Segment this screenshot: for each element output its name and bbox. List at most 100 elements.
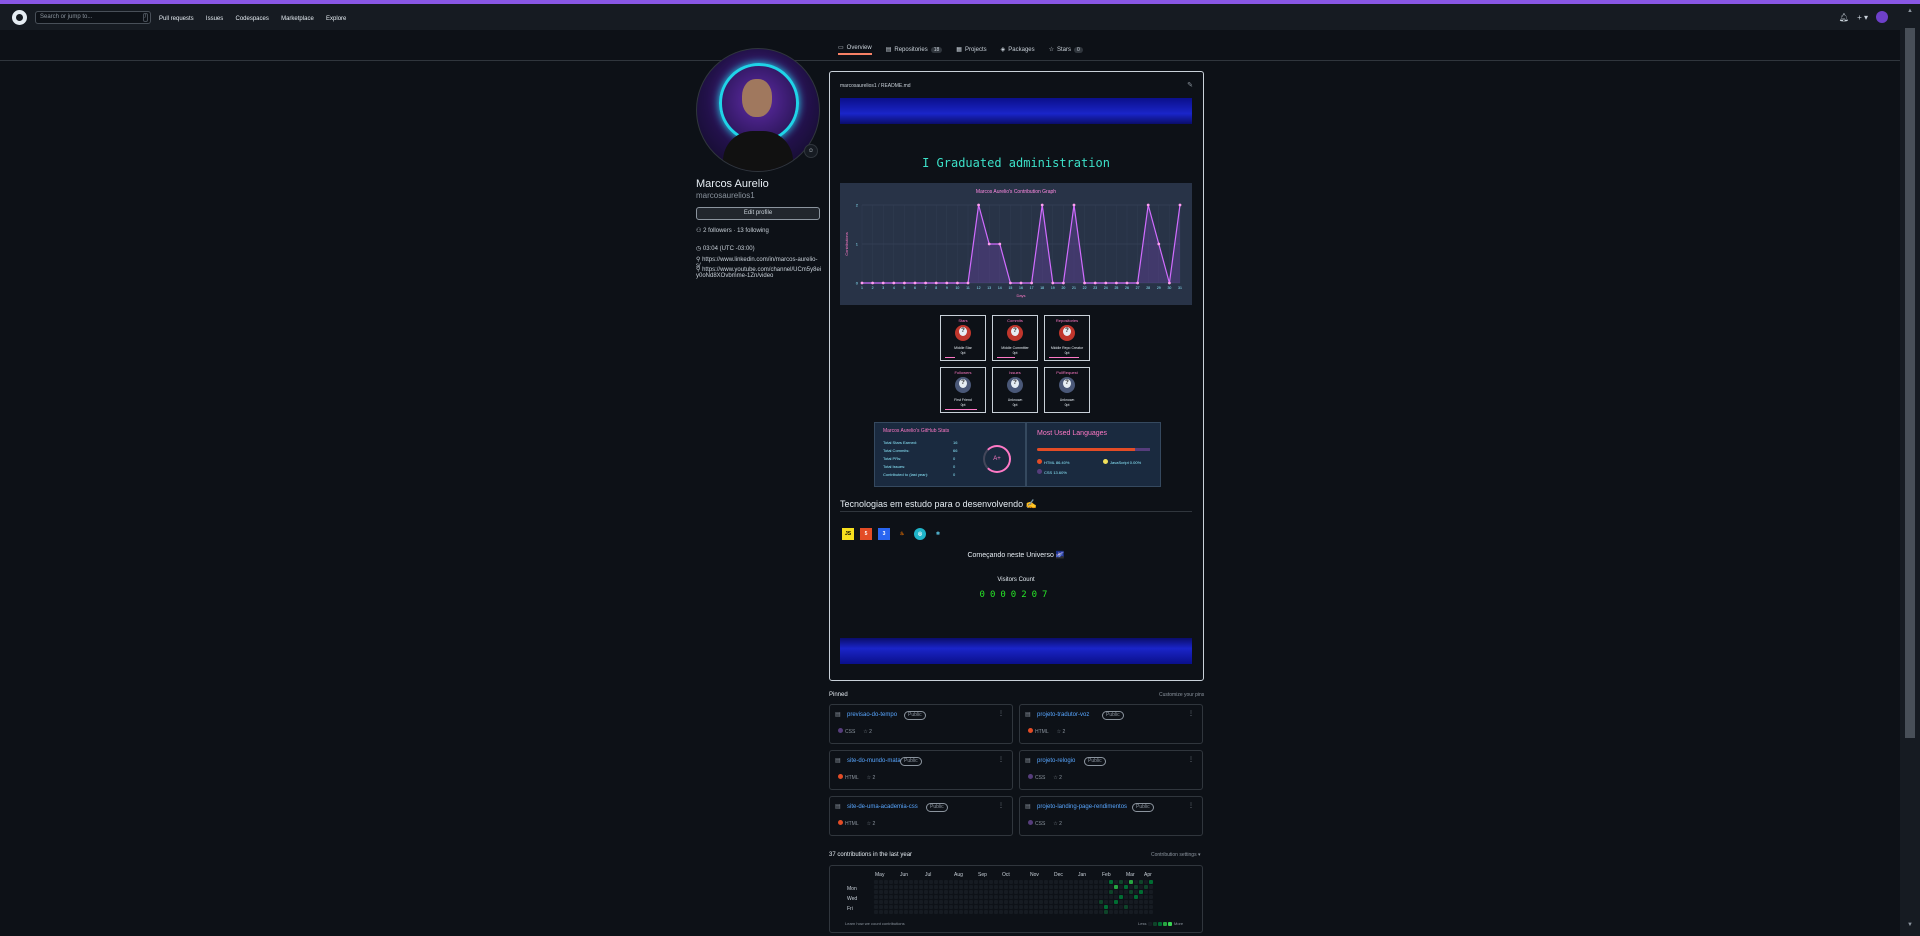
contribution-day-cell[interactable] [914,885,918,889]
contribution-day-cell[interactable] [1079,885,1083,889]
contribution-day-cell[interactable] [879,910,883,914]
contribution-day-cell[interactable] [1064,890,1068,894]
contribution-day-cell[interactable] [999,885,1003,889]
contribution-day-cell[interactable] [929,885,933,889]
contribution-day-cell[interactable] [1119,890,1123,894]
contribution-day-cell[interactable] [909,895,913,899]
pinned-repo-card[interactable]: ▤ site-de-uma-academia-css Public ⋮ HTML… [829,796,1013,836]
repo-name-link[interactable]: projeto-relogio [1037,758,1075,764]
repo-name-link[interactable]: previsao-do-tempo [847,712,897,718]
edit-profile-button[interactable]: Edit profile [696,207,820,220]
contribution-day-cell[interactable] [1064,885,1068,889]
contribution-day-cell[interactable] [1114,880,1118,884]
nav-explore[interactable]: Explore [326,16,346,22]
contribution-day-cell[interactable] [1114,905,1118,909]
contribution-day-cell[interactable] [919,895,923,899]
contribution-day-cell[interactable] [1129,910,1133,914]
contribution-day-cell[interactable] [949,885,953,889]
contribution-day-cell[interactable] [1074,910,1078,914]
contribution-day-cell[interactable] [1129,890,1133,894]
drag-handle-icon[interactable]: ⋮ [1188,710,1194,717]
contribution-day-cell[interactable] [964,900,968,904]
contribution-day-cell[interactable] [964,905,968,909]
nav-pull-requests[interactable]: Pull requests [159,16,194,22]
contribution-day-cell[interactable] [1109,880,1113,884]
contribution-day-cell[interactable] [979,900,983,904]
contribution-day-cell[interactable] [1114,900,1118,904]
contribution-day-cell[interactable] [1049,890,1053,894]
contribution-day-cell[interactable] [1119,910,1123,914]
contribution-day-cell[interactable] [1014,890,1018,894]
contribution-day-cell[interactable] [879,895,883,899]
contribution-day-cell[interactable] [884,900,888,904]
contribution-day-cell[interactable] [1104,910,1108,914]
contribution-day-cell[interactable] [944,885,948,889]
contribution-day-cell[interactable] [1069,905,1073,909]
contribution-day-cell[interactable] [1034,905,1038,909]
contribution-day-cell[interactable] [979,895,983,899]
contribution-day-cell[interactable] [874,885,878,889]
contribution-day-cell[interactable] [1019,885,1023,889]
contribution-day-cell[interactable] [1029,890,1033,894]
contribution-day-cell[interactable] [964,880,968,884]
contribution-day-cell[interactable] [1029,885,1033,889]
learn-contributions-link[interactable]: Learn how we count contributions [845,921,905,926]
contribution-day-cell[interactable] [934,910,938,914]
contribution-day-cell[interactable] [879,905,883,909]
contribution-day-cell[interactable] [1104,885,1108,889]
contribution-day-cell[interactable] [1119,895,1123,899]
contribution-day-cell[interactable] [1129,900,1133,904]
contribution-day-cell[interactable] [879,885,883,889]
contribution-day-cell[interactable] [954,885,958,889]
contribution-day-cell[interactable] [1149,895,1153,899]
contribution-day-cell[interactable] [1109,895,1113,899]
contribution-day-cell[interactable] [989,880,993,884]
contribution-day-cell[interactable] [1079,880,1083,884]
contribution-day-cell[interactable] [984,885,988,889]
contribution-day-cell[interactable] [944,890,948,894]
followers-link[interactable]: 2 followers [703,228,732,234]
contribution-day-cell[interactable] [1054,890,1058,894]
repo-name-link[interactable]: site-do-mundo-mata [847,758,901,764]
contribution-day-cell[interactable] [1084,885,1088,889]
contribution-day-cell[interactable] [884,880,888,884]
contribution-day-cell[interactable] [1134,900,1138,904]
contribution-day-cell[interactable] [1049,905,1053,909]
contribution-day-cell[interactable] [924,900,928,904]
contribution-day-cell[interactable] [1084,900,1088,904]
contribution-day-cell[interactable] [1134,885,1138,889]
contribution-day-cell[interactable] [959,895,963,899]
contribution-day-cell[interactable] [1124,900,1128,904]
contribution-day-cell[interactable] [1009,890,1013,894]
contribution-day-cell[interactable] [1094,895,1098,899]
contribution-day-cell[interactable] [1124,895,1128,899]
repo-stars[interactable]: ☆ 2 [867,775,876,781]
contribution-day-cell[interactable] [1129,880,1133,884]
contribution-day-cell[interactable] [1104,905,1108,909]
contribution-day-cell[interactable] [1149,900,1153,904]
contribution-day-cell[interactable] [934,900,938,904]
contribution-day-cell[interactable] [899,910,903,914]
contribution-day-cell[interactable] [1094,890,1098,894]
contribution-day-cell[interactable] [1019,895,1023,899]
contribution-day-cell[interactable] [1039,900,1043,904]
contribution-day-cell[interactable] [1024,880,1028,884]
contribution-day-cell[interactable] [949,880,953,884]
contribution-day-cell[interactable] [1009,910,1013,914]
contribution-day-cell[interactable] [1134,890,1138,894]
contribution-day-cell[interactable] [979,885,983,889]
contribution-day-cell[interactable] [1064,910,1068,914]
contribution-day-cell[interactable] [1139,885,1143,889]
contribution-day-cell[interactable] [919,905,923,909]
contribution-day-cell[interactable] [1069,900,1073,904]
contribution-day-cell[interactable] [1099,890,1103,894]
repo-stars[interactable]: ☆ 2 [863,729,872,735]
contribution-day-cell[interactable] [979,890,983,894]
contribution-day-cell[interactable] [914,895,918,899]
contribution-day-cell[interactable] [1044,885,1048,889]
contribution-day-cell[interactable] [1074,895,1078,899]
contribution-day-cell[interactable] [919,880,923,884]
contribution-day-cell[interactable] [1064,895,1068,899]
contribution-day-cell[interactable] [1019,890,1023,894]
contribution-day-cell[interactable] [1034,885,1038,889]
